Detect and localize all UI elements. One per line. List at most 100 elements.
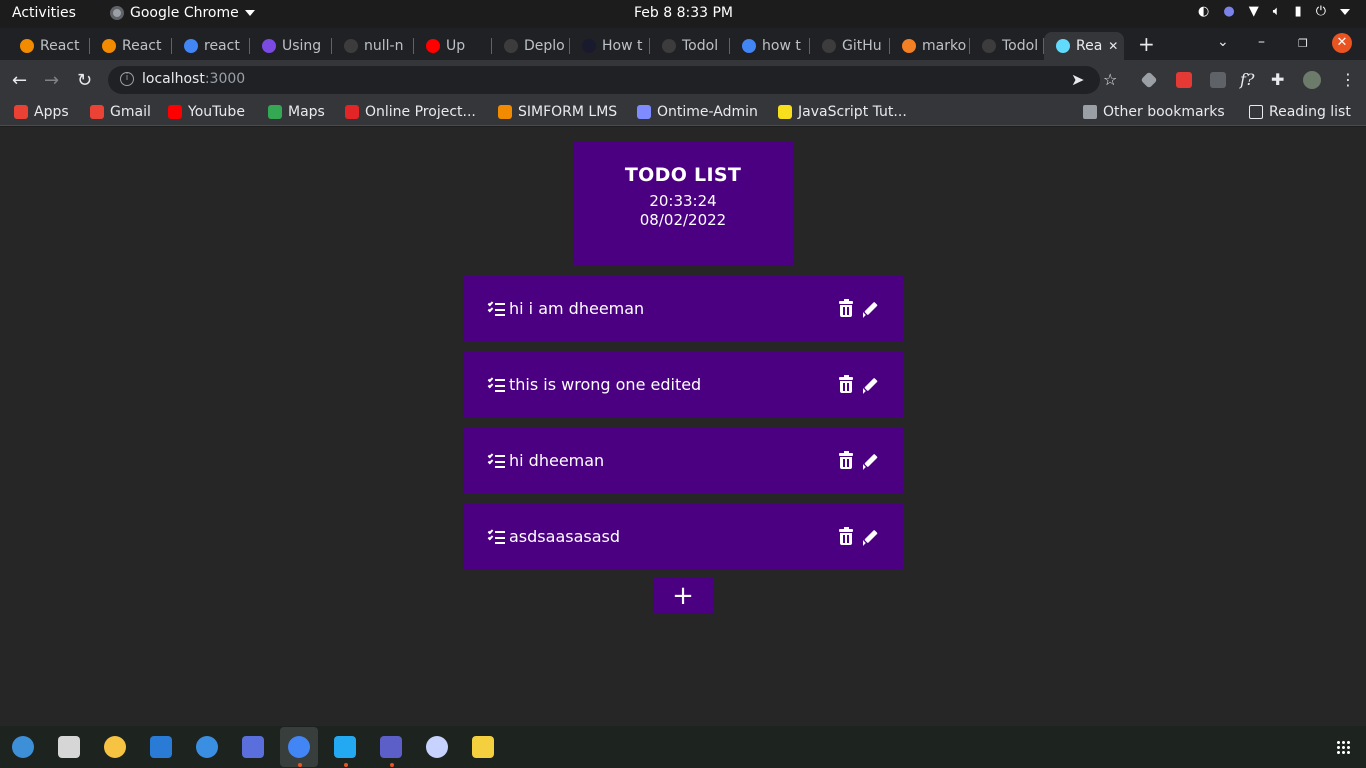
extensions-puzzle-icon[interactable]: ✚ [1271, 70, 1284, 89]
reading-list[interactable]: Reading list [1249, 104, 1351, 120]
function-extension-icon[interactable]: f? [1240, 70, 1255, 89]
forward-button[interactable]: → [44, 70, 59, 91]
teams-icon[interactable] [380, 736, 402, 758]
todo-item: hi dheeman [463, 428, 903, 493]
bookmark-item[interactable]: YouTube [168, 104, 245, 120]
chrome-menu-icon[interactable]: ⋮ [1340, 70, 1356, 89]
site-info-icon[interactable]: i [120, 72, 134, 86]
trash-icon[interactable] [839, 299, 853, 317]
app-menu[interactable]: Google Chrome [110, 5, 255, 21]
activities-button[interactable]: Activities [12, 5, 76, 21]
todo-actions [839, 375, 878, 394]
medium-icon [20, 39, 34, 53]
reload-button[interactable]: ↻ [77, 70, 92, 91]
tab-title: Deplo [524, 38, 565, 54]
bookmark-item[interactable]: Apps [14, 104, 69, 120]
browser-tab[interactable]: Rea ✕ [1044, 32, 1124, 60]
chrome-icon [110, 6, 124, 20]
bookmark-label: YouTube [188, 104, 245, 120]
help-icon[interactable] [196, 736, 218, 758]
trash-icon[interactable] [839, 451, 853, 469]
back-button[interactable]: ← [12, 70, 27, 91]
rhythmbox-icon[interactable] [104, 736, 126, 758]
pencil-icon[interactable] [860, 452, 878, 470]
browser-tab[interactable]: null-n [332, 32, 414, 60]
thunderbird-icon[interactable] [12, 736, 34, 758]
github-icon [344, 39, 358, 53]
chrome-icon[interactable] [288, 736, 310, 758]
writer-icon[interactable] [150, 736, 172, 758]
lambda-icon [582, 39, 596, 53]
checklist-icon [487, 300, 505, 316]
pencil-icon[interactable] [860, 376, 878, 394]
bookmark-star-icon[interactable]: ☆ [1103, 70, 1117, 89]
browser-tab[interactable]: Todol [650, 32, 730, 60]
system-clock[interactable]: Feb 8 8:33 PM [634, 5, 733, 21]
pencil-icon[interactable] [860, 528, 878, 546]
page-viewport: TODO LIST 20:33:24 08/02/2022 hi i am dh… [0, 127, 1366, 726]
other-bookmarks[interactable]: Other bookmarks [1083, 104, 1225, 120]
browser-tab[interactable]: marko [890, 32, 970, 60]
notes-icon[interactable] [472, 736, 494, 758]
trash-icon[interactable] [839, 527, 853, 545]
todo-item: hi i am dheeman [463, 276, 903, 341]
extension-red-icon[interactable] [1176, 72, 1192, 88]
current-time: 20:33:24 [649, 192, 717, 210]
profile-avatar[interactable] [1303, 71, 1321, 89]
bookmark-item[interactable]: Gmail [90, 104, 151, 120]
app-title: TODO LIST [624, 164, 742, 186]
todo-header-card: TODO LIST 20:33:24 08/02/2022 [573, 142, 793, 265]
close-window-button[interactable]: ✕ [1332, 33, 1352, 53]
minimize-button[interactable]: – [1258, 34, 1265, 50]
browser-tab[interactable]: react [172, 32, 250, 60]
files-icon[interactable] [58, 736, 80, 758]
browser-tab[interactable]: Using [250, 32, 332, 60]
youtube-icon [168, 105, 182, 119]
send-tab-icon[interactable]: ➤ [1071, 70, 1084, 89]
bookmark-item[interactable]: Online Project... [345, 104, 476, 120]
running-indicator [298, 763, 302, 767]
close-tab-icon[interactable]: ✕ [1108, 39, 1118, 53]
screenshot-icon[interactable] [242, 736, 264, 758]
browser-tab[interactable]: How t [570, 32, 650, 60]
address-bar[interactable]: i localhost:3000 [108, 66, 1100, 94]
browser-tab[interactable]: Deplo [492, 32, 570, 60]
vscode-icon[interactable] [334, 736, 356, 758]
github-icon [982, 39, 996, 53]
add-todo-button[interactable]: + [653, 578, 713, 614]
apps-grid-icon [14, 105, 28, 119]
checklist-icon [487, 452, 505, 468]
chevron-down-icon [244, 10, 255, 16]
bookmark-label: JavaScript Tut... [798, 104, 907, 120]
stackoverflow-icon [902, 39, 916, 53]
maximize-button[interactable]: ❐ [1298, 37, 1308, 50]
running-indicator [390, 763, 394, 767]
google-icon [184, 39, 198, 53]
system-tray[interactable]: ◐ ● ▼ 🔈︎ ▮ ⏻ [1198, 4, 1350, 19]
bookmark-item[interactable]: JavaScript Tut... [778, 104, 907, 120]
reading-list-icon [1249, 105, 1263, 119]
pencil-icon[interactable] [860, 300, 878, 318]
browser-tab[interactable]: GitHu [810, 32, 890, 60]
browser-tab[interactable]: React [8, 32, 90, 60]
todo-item: this is wrong one edited [463, 352, 903, 417]
browser-tab[interactable]: Todol [970, 32, 1044, 60]
tab-title: Up [446, 38, 466, 54]
tab-search-icon[interactable]: ⌄ [1217, 34, 1229, 50]
show-applications-icon[interactable] [1336, 740, 1350, 754]
browser-tab[interactable]: Up [414, 32, 492, 60]
new-tab-button[interactable]: + [1138, 32, 1155, 56]
browser-tab[interactable]: how t [730, 32, 810, 60]
bookmark-item[interactable]: SIMFORM LMS [498, 104, 617, 120]
bookmark-item[interactable]: Ontime-Admin [637, 104, 758, 120]
night-light-icon: ◐ [1198, 4, 1210, 19]
todo-actions [839, 451, 878, 470]
microphone-icon: ▮ [1294, 4, 1302, 19]
extension-slash-icon[interactable] [1210, 72, 1226, 88]
ontime-icon[interactable] [426, 736, 448, 758]
bookmark-label: SIMFORM LMS [518, 104, 618, 120]
bookmark-label: Gmail [110, 104, 151, 120]
browser-tab[interactable]: React [90, 32, 172, 60]
trash-icon[interactable] [839, 375, 853, 393]
bookmark-item[interactable]: Maps [268, 104, 325, 120]
